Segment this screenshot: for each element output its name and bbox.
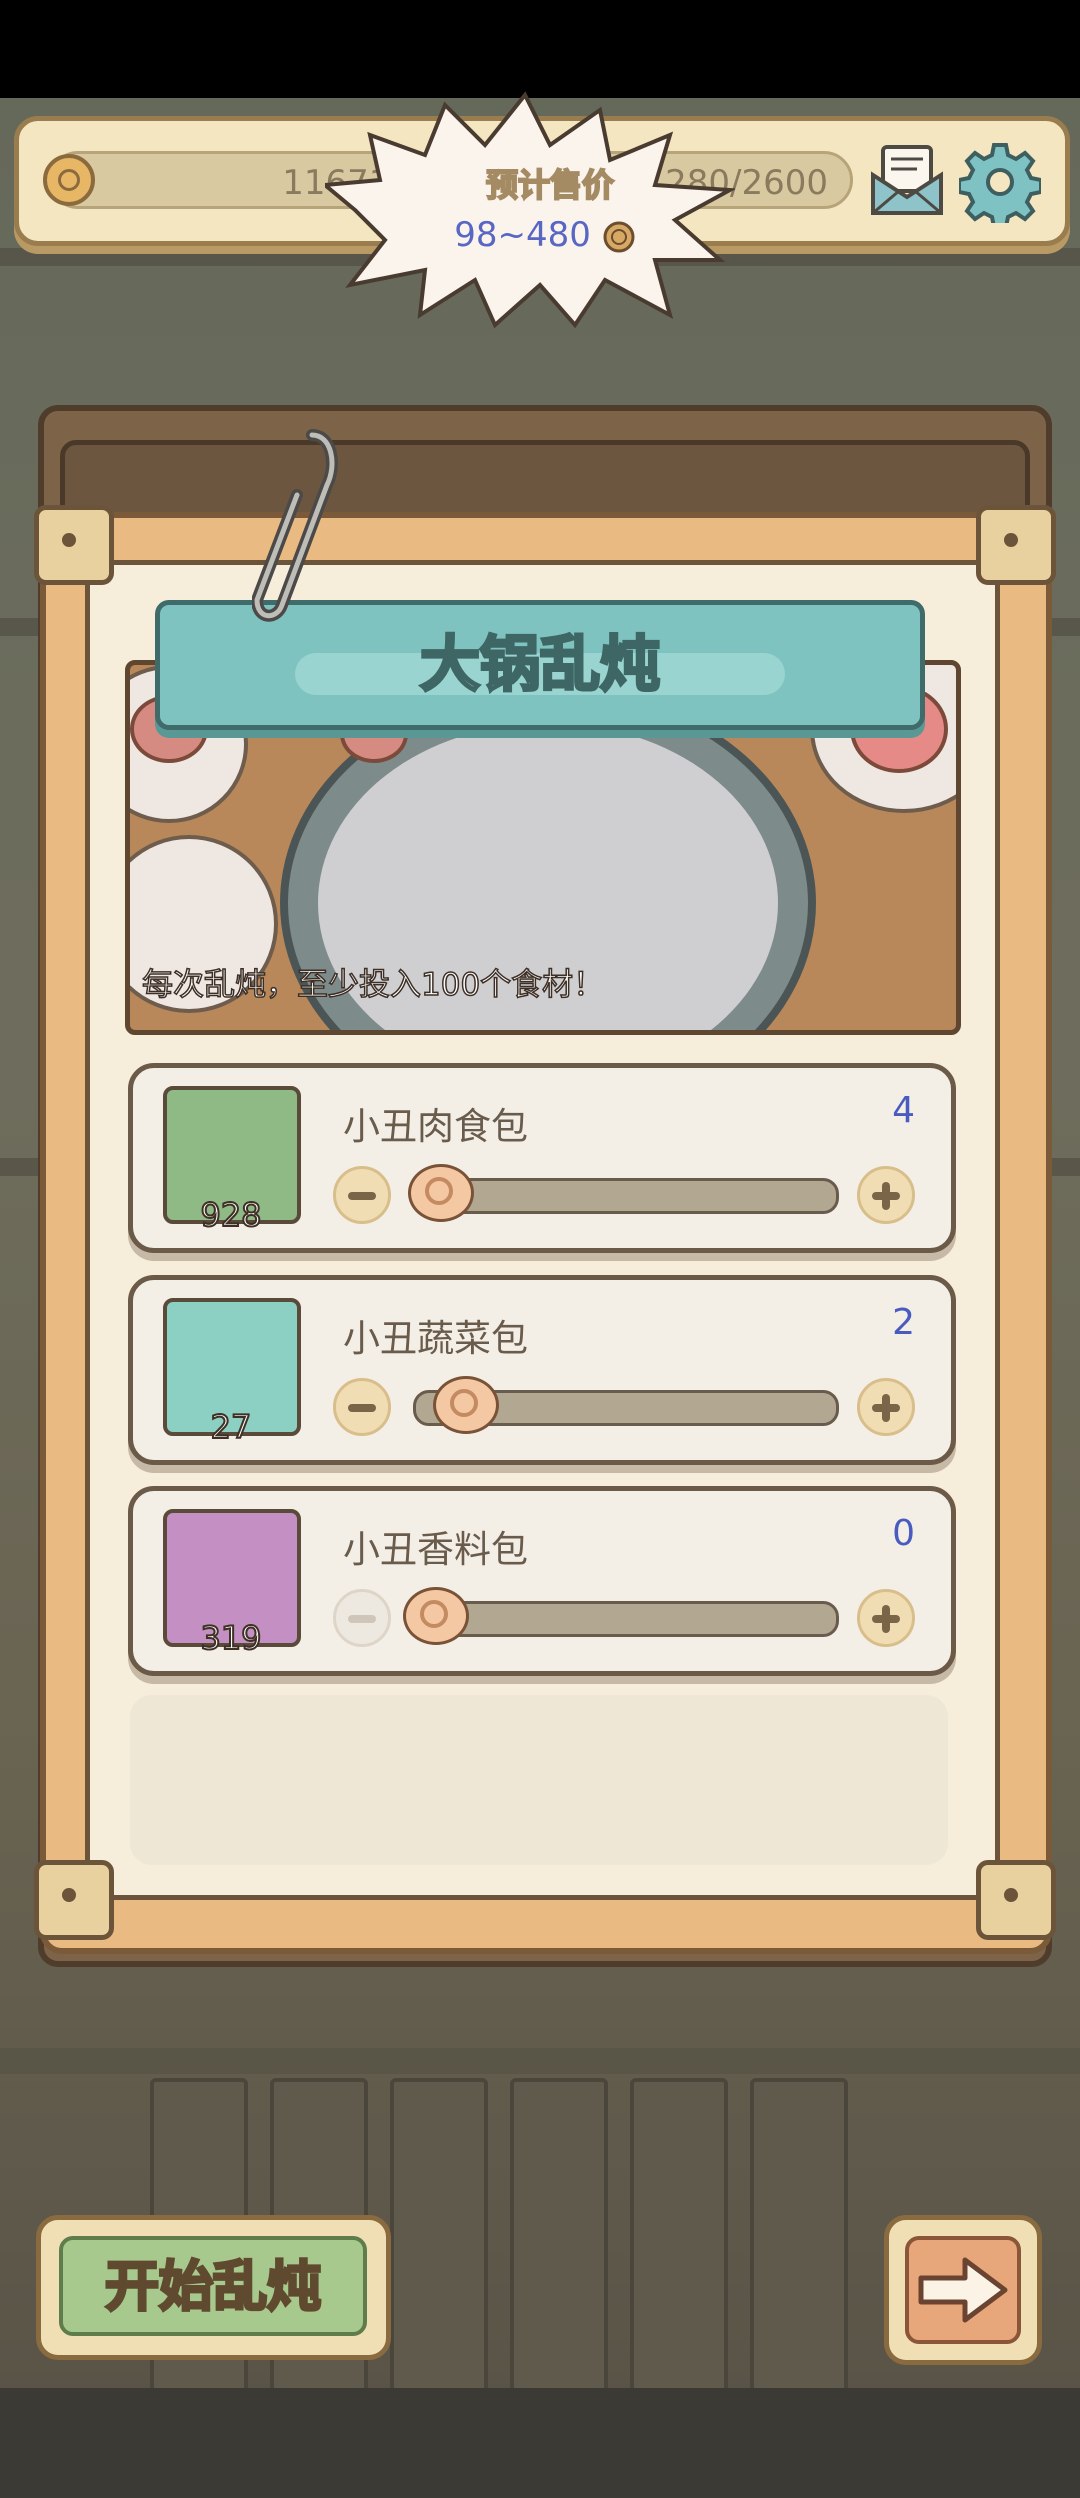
owned-count: 319 (199, 1618, 262, 1658)
next-button[interactable] (884, 2215, 1042, 2365)
ingredient-card-spice: 319 小丑香料包 0 (128, 1486, 956, 1676)
ingredient-card-meat: 928 小丑肉食包 4 (128, 1063, 956, 1253)
owned-count: 928 (199, 1195, 262, 1235)
status-bar (0, 0, 1080, 98)
paperclip-icon (252, 429, 338, 622)
frame-corner (976, 1860, 1056, 1940)
increase-button[interactable] (857, 1166, 915, 1224)
stew-rule-note: 每次乱炖，至少投入100个食材！ (141, 966, 605, 1004)
increase-button[interactable] (857, 1589, 915, 1647)
estimated-price: 98~480 (420, 215, 670, 255)
price-burst (325, 91, 735, 329)
coin-icon (603, 221, 635, 252)
start-stew-button[interactable]: 开始乱炖 (36, 2215, 391, 2360)
estimated-price-label: 预计售价 (485, 165, 615, 205)
quantity-slider-track[interactable] (413, 1178, 839, 1214)
decrease-button[interactable] (333, 1589, 391, 1647)
decrease-button[interactable] (333, 1378, 391, 1436)
quantity-slider-knob[interactable] (403, 1587, 469, 1645)
start-stew-label: 开始乱炖 (104, 2254, 323, 2320)
frame-corner (34, 505, 114, 585)
gear-icon[interactable] (959, 141, 1041, 223)
quantity-slider-knob[interactable] (408, 1164, 474, 1222)
empty-ingredient-slot (130, 1695, 948, 1865)
ingredient-name: 小丑香料包 (343, 1528, 528, 1571)
frame-corner (34, 1860, 114, 1940)
selected-quantity: 2 (892, 1302, 915, 1343)
quantity-slider-track[interactable] (413, 1601, 839, 1637)
decrease-button[interactable] (333, 1166, 391, 1224)
selected-quantity: 0 (892, 1513, 915, 1554)
mail-icon[interactable] (867, 141, 947, 221)
selected-quantity: 4 (892, 1090, 915, 1131)
ingredient-name: 小丑蔬菜包 (343, 1317, 528, 1360)
owned-count: 27 (210, 1407, 253, 1447)
coin-icon (43, 154, 95, 206)
quantity-slider-knob[interactable] (433, 1376, 499, 1434)
estimated-price-value: 98~480 (454, 215, 591, 255)
frame-corner (976, 505, 1056, 585)
arrow-right-icon (918, 2257, 1008, 2323)
ingredient-card-vegetable: 27 小丑蔬菜包 2 (128, 1275, 956, 1465)
increase-button[interactable] (857, 1378, 915, 1436)
ingredient-name: 小丑肉食包 (343, 1105, 528, 1148)
